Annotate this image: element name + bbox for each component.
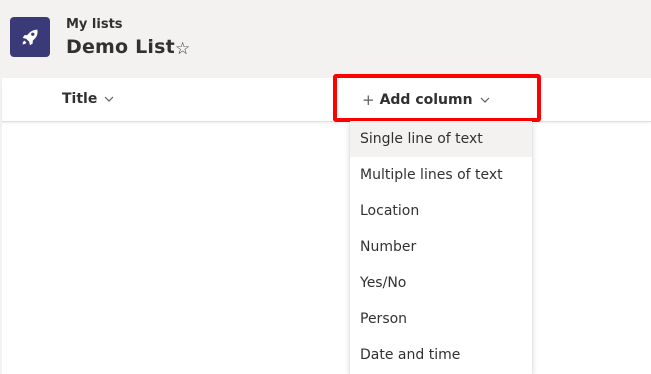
favorite-star-icon[interactable]: ☆: [175, 38, 190, 60]
menu-item-number[interactable]: Number: [350, 229, 532, 265]
title-column-header[interactable]: Title: [62, 91, 115, 107]
menu-item-location[interactable]: Location: [350, 193, 532, 229]
list-content: Title + Add column Single line of text M…: [2, 74, 651, 374]
column-header-row: Title + Add column: [2, 78, 651, 122]
add-column-highlight-box: [333, 74, 541, 122]
chevron-down-icon: [103, 93, 115, 105]
menu-item-single-line-of-text[interactable]: Single line of text: [350, 121, 532, 157]
rocket-icon[interactable]: [10, 17, 50, 57]
page-title: Demo List: [66, 36, 175, 58]
page-header: My lists Demo List ☆: [0, 0, 651, 78]
menu-item-person[interactable]: Person: [350, 301, 532, 337]
column-type-menu: Single line of text Multiple lines of te…: [350, 121, 532, 374]
menu-item-date-and-time[interactable]: Date and time: [350, 337, 532, 373]
title-column-label: Title: [62, 91, 98, 107]
menu-item-yes-no[interactable]: Yes/No: [350, 265, 532, 301]
breadcrumb-my-lists[interactable]: My lists: [66, 17, 123, 32]
menu-item-multiple-lines-of-text[interactable]: Multiple lines of text: [350, 157, 532, 193]
